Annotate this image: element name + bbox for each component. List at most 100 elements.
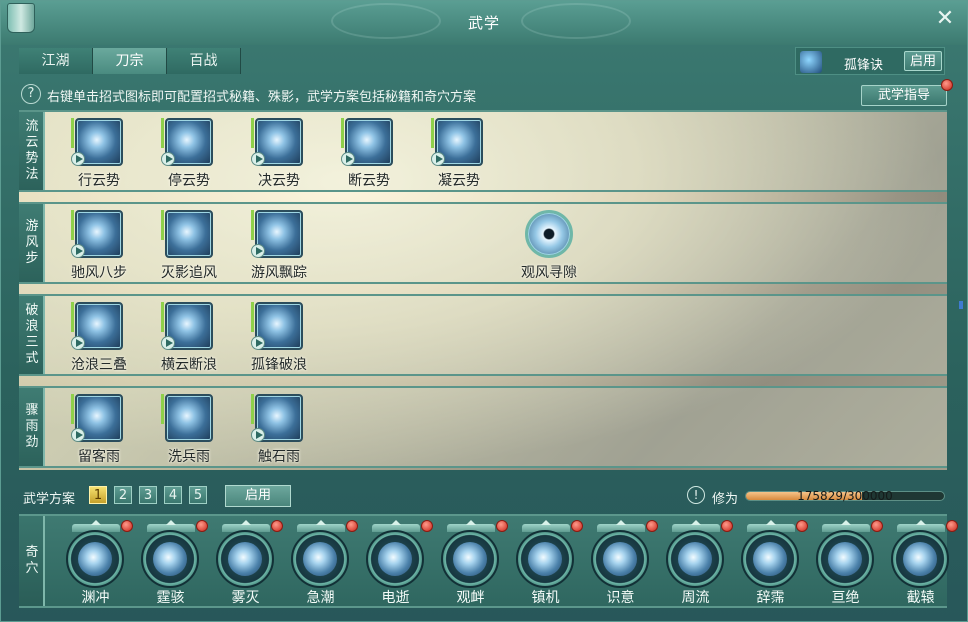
category-label-char: 步 [25,251,39,266]
move-slot[interactable]: 触石雨 [239,388,319,470]
category-label-char: 三 [25,335,39,350]
move-name: 沧浪三叠 [71,357,127,373]
qixue-icon[interactable] [591,530,649,588]
qixue-slot[interactable]: 截辕 [883,516,958,606]
qixue-icon[interactable] [216,530,274,588]
qixue-icon[interactable] [816,530,874,588]
move-slot[interactable]: 停云势 [149,112,229,194]
qixue-slot[interactable]: 雾灭 [208,516,283,606]
qixue-icon[interactable] [891,530,949,588]
qixue-icon[interactable] [366,530,424,588]
martial-arts-window: 武学 ✕ 江湖 刀宗 百战 孤锋诀 启用 ? 右键单击招式图标即可配置招式秘籍、殊影… [0,0,968,622]
qixue-slot[interactable]: 急潮 [283,516,358,606]
close-button[interactable]: ✕ [933,8,957,32]
move-slot[interactable]: 观风寻隙 [509,204,589,286]
move-slot[interactable]: 灭影追风 [149,204,229,286]
qixue-slot[interactable]: 周流 [658,516,733,606]
category-row: 流云势法行云势 停云势 决云势 断云势 凝云势 [19,110,947,192]
move-name: 洗兵雨 [168,449,210,465]
tab-3[interactable]: 百战 [167,48,241,74]
play-icon[interactable] [251,428,265,442]
play-icon[interactable] [71,152,85,166]
skill-icon[interactable] [800,51,822,73]
move-name: 灭影追风 [161,265,217,281]
qixue-slot[interactable]: 识意 [583,516,658,606]
category-label-char: 破 [25,303,39,318]
plan-number-2[interactable]: 2 [114,486,132,504]
plan-number-3[interactable]: 3 [139,486,157,504]
move-slot[interactable]: 行云势 [59,112,139,194]
plan-label: 武学方案 [23,492,76,507]
current-skill-name: 孤锋诀 [844,58,884,73]
qixue-name: 霆骇 [156,590,185,606]
move-slot[interactable]: 凝云势 [419,112,499,194]
secret-book-bar [71,302,74,332]
qixue-slot[interactable]: 电逝 [358,516,433,606]
move-name: 横云断浪 [161,357,217,373]
qixue-slot[interactable]: 亘绝 [808,516,883,606]
qixue-name: 辞霈 [756,590,785,606]
qixue-icon[interactable] [66,530,124,588]
category-label-char: 势 [25,151,39,166]
qixue-icon[interactable] [666,530,724,588]
category-label-char: 浪 [25,319,39,334]
move-icon[interactable] [165,210,213,258]
move-slot[interactable]: 游风飘踪 [239,204,319,286]
tab-2[interactable]: 刀宗 [93,48,167,74]
qixue-slot[interactable]: 渊冲 [58,516,133,606]
move-slot[interactable]: 洗兵雨 [149,388,229,470]
plan-number-5[interactable]: 5 [189,486,207,504]
exclamation-icon: ! [687,486,705,504]
secret-book-bar [161,302,164,332]
move-slot[interactable]: 留客雨 [59,388,139,470]
move-slot[interactable]: 横云断浪 [149,296,229,378]
play-icon[interactable] [71,428,85,442]
qixue-icon[interactable] [516,530,574,588]
move-icon[interactable] [525,210,573,258]
move-categories: 流云势法行云势 停云势 决云势 断云势 凝云势游风步驰风八步 灭影追风 游风飘踪 观风寻隙破浪… [19,110,947,470]
move-slot[interactable]: 驰风八步 [59,204,139,286]
qixue-name: 亘绝 [831,590,860,606]
qixue-icon[interactable] [291,530,349,588]
move-slot[interactable]: 断云势 [329,112,409,194]
qixue-slot[interactable]: 镇机 [508,516,583,606]
qixue-icon[interactable] [741,530,799,588]
secret-book-bar [431,118,434,148]
tab-bar: 江湖 刀宗 百战 [19,48,241,74]
move-slot[interactable]: 决云势 [239,112,319,194]
help-icon[interactable]: ? [21,84,41,104]
qixue-slot[interactable]: 霆骇 [133,516,208,606]
notification-dot-icon [271,520,283,532]
qixue-slot[interactable]: 辞霈 [733,516,808,606]
secret-book-bar [251,210,254,240]
move-icon[interactable] [165,394,213,442]
move-name: 孤锋破浪 [251,357,307,373]
play-icon[interactable] [251,244,265,258]
category-label: 游风步 [19,204,45,282]
notification-dot-icon [796,520,808,532]
move-name: 行云势 [78,173,120,189]
play-icon[interactable] [71,336,85,350]
play-icon[interactable] [251,152,265,166]
plan-number-1[interactable]: 1 [89,486,107,504]
play-icon[interactable] [161,336,175,350]
move-slot[interactable]: 孤锋破浪 [239,296,319,378]
play-icon[interactable] [161,152,175,166]
tab-1[interactable]: 江湖 [19,48,93,74]
qixue-slot[interactable]: 观衅 [433,516,508,606]
secret-book-bar [71,394,74,424]
plan-number-4[interactable]: 4 [164,486,182,504]
qixue-icon[interactable] [141,530,199,588]
play-icon[interactable] [431,152,445,166]
guide-button[interactable]: 武学指导 [861,85,947,106]
notification-dot-icon [941,79,953,91]
move-name: 游风飘踪 [251,265,307,281]
plan-enable-button[interactable]: 启用 [225,485,291,507]
play-icon[interactable] [71,244,85,258]
move-slot[interactable]: 沧浪三叠 [59,296,139,378]
category-label-char: 雨 [25,419,39,434]
play-icon[interactable] [341,152,355,166]
play-icon[interactable] [251,336,265,350]
qixue-icon[interactable] [441,530,499,588]
skill-enable-button[interactable]: 启用 [904,51,942,71]
